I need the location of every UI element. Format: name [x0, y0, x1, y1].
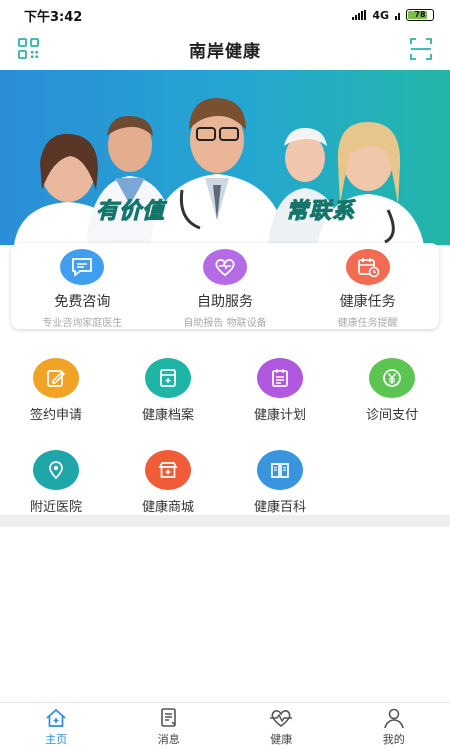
user-icon — [383, 708, 404, 728]
store-icon — [145, 450, 191, 490]
book-icon — [257, 450, 303, 490]
grid-item-sign-up[interactable]: 签约申请 — [0, 358, 112, 423]
edit-icon — [33, 358, 79, 398]
grid-item-health-encyclopedia[interactable]: 健康百科 — [224, 450, 336, 515]
tab-home[interactable]: 主页 — [0, 703, 113, 750]
service-name: 自助服务 — [197, 294, 253, 310]
grid-item-health-records[interactable]: 健康档案 — [112, 358, 224, 423]
heart-icon — [203, 249, 247, 285]
heart-pulse-icon — [270, 709, 293, 727]
grid-item-label: 健康百科 — [253, 500, 306, 515]
status-time: 下午3:42 — [24, 9, 83, 25]
app-header: 南岸健康 — [0, 30, 450, 68]
service-name: 健康任务 — [339, 294, 396, 310]
service-subtitle: 自助报告 物联设备 — [183, 318, 267, 329]
tab-label: 消息 — [157, 732, 180, 746]
service-subtitle: 健康任务提醒 — [337, 318, 398, 329]
service-subtitle: 专业咨询家庭医生 — [42, 318, 123, 329]
banner-slogan-left: 有价值 — [95, 199, 166, 225]
quick-services-card: 免费咨询 专业咨询家庭医生 自助服务 自助报告 物联设备 健康任务 健康任务提醒 — [11, 243, 439, 329]
bottom-tab-bar: 主页 消息 健康 我的 — [0, 702, 450, 750]
signal-bars-icon — [395, 10, 400, 20]
signal-icon — [352, 10, 367, 20]
calendar-clock-icon — [345, 249, 390, 285]
grid-item-clinic-payment[interactable]: 诊间支付 — [336, 358, 448, 423]
service-self-service[interactable]: 自助服务 自助报告 物联设备 — [154, 243, 297, 329]
status-bar: 下午3:42 4G 78 — [0, 0, 450, 30]
qr-code-icon[interactable] — [16, 36, 42, 62]
grid-item-nearby-hospital[interactable]: 附近医院 — [0, 450, 112, 515]
section-divider — [0, 515, 450, 527]
chat-icon — [60, 249, 105, 285]
archive-icon — [145, 358, 191, 398]
grid-item-health-plan[interactable]: 健康计划 — [224, 358, 336, 423]
status-indicators: 4G 78 — [352, 9, 434, 22]
tab-messages[interactable]: 消息 — [113, 703, 226, 750]
yen-icon — [369, 358, 415, 398]
scan-icon[interactable] — [408, 36, 434, 62]
grid-item-label: 附近医院 — [29, 500, 82, 515]
home-icon — [46, 708, 66, 727]
tab-mine[interactable]: 我的 — [338, 703, 450, 750]
page-title: 南岸健康 — [189, 41, 261, 62]
grid-item-label: 健康计划 — [253, 408, 306, 423]
service-free-consultation[interactable]: 免费咨询 专业咨询家庭医生 — [11, 243, 154, 329]
tab-label: 健康 — [270, 732, 293, 746]
grid-item-label: 诊间支付 — [365, 408, 418, 423]
grid-item-label: 健康档案 — [141, 408, 194, 423]
tab-health[interactable]: 健康 — [225, 703, 338, 750]
service-health-task[interactable]: 健康任务 健康任务提醒 — [296, 243, 439, 329]
banner-slogan-right: 常联系 — [285, 199, 356, 225]
promo-banner[interactable]: 有价值 常联系 — [0, 70, 450, 245]
service-name: 免费咨询 — [54, 294, 111, 310]
battery-icon: 78 — [406, 9, 434, 21]
grid-item-health-mall[interactable]: 健康商城 — [112, 450, 224, 515]
network-type: 4G — [372, 8, 389, 22]
tab-label: 主页 — [45, 732, 68, 746]
location-icon — [33, 450, 79, 490]
battery-level: 78 — [414, 10, 426, 19]
doctors-illustration — [14, 98, 424, 245]
grid-item-label: 签约申请 — [29, 408, 82, 423]
message-icon — [160, 707, 176, 727]
grid-item-label: 健康商城 — [141, 500, 194, 515]
tab-label: 我的 — [382, 732, 405, 746]
plan-icon — [257, 358, 303, 398]
